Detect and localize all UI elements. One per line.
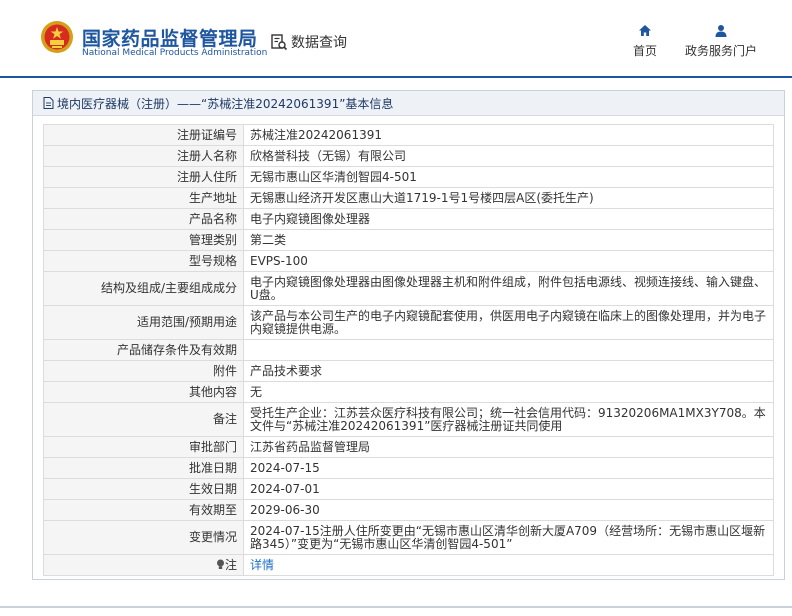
table-row: 生产地址 无锡惠山经济开发区惠山大道1719-1号1号楼四层A区(委托生产) bbox=[43, 187, 774, 209]
table-row: 注 详情 bbox=[43, 554, 774, 576]
row-label: 有效期至 bbox=[43, 499, 244, 521]
row-label: 注 bbox=[224, 557, 237, 572]
data-query-label: 数据查询 bbox=[291, 35, 347, 51]
table-row: 变更情况 2024-07-15注册人住所变更由“无锡市惠山区清华创新大厦A709… bbox=[43, 520, 774, 555]
row-label: 管理类别 bbox=[43, 229, 244, 251]
document-icon bbox=[43, 97, 54, 109]
row-value: 苏械注准20242061391 bbox=[243, 124, 774, 146]
table-row: 管理类别 第二类 bbox=[43, 229, 774, 251]
row-label: 生产地址 bbox=[43, 187, 244, 209]
nav-home-label: 首页 bbox=[633, 44, 658, 58]
row-label: 注册人住所 bbox=[43, 166, 244, 188]
row-label: 附件 bbox=[43, 360, 244, 382]
row-value-cell: 详情 bbox=[243, 554, 774, 576]
site-header: 国家药品监督管理局 National Medical Products Admi… bbox=[0, 0, 792, 76]
nav-portal-label: 政务服务门户 bbox=[685, 44, 758, 58]
row-value: 电子内窥镜图像处理器由图像处理器主机和附件组成，附件包括电源线、视频连接线、输入… bbox=[243, 271, 774, 306]
national-emblem-icon bbox=[41, 21, 73, 53]
header-divider bbox=[0, 76, 792, 78]
row-label: 注册人名称 bbox=[43, 145, 244, 167]
table-row: 注册证编号 苏械注准20242061391 bbox=[43, 124, 774, 146]
nav-home[interactable]: 首页 bbox=[633, 24, 657, 59]
table-row: 注册人住所 无锡市惠山区华清创智园4-501 bbox=[43, 166, 774, 188]
table-row: 附件 产品技术要求 bbox=[43, 360, 774, 382]
table-row: 审批部门 江苏省药品监督管理局 bbox=[43, 436, 774, 458]
row-label: 其他内容 bbox=[43, 381, 244, 403]
table-row: 其他内容 无 bbox=[43, 381, 774, 403]
row-value: 2024-07-15 bbox=[243, 457, 774, 479]
row-label: 产品名称 bbox=[43, 208, 244, 230]
basic-info-panel: 境内医疗器械（注册）——“苏械注准20242061391”基本信息 注册证编号 … bbox=[32, 90, 785, 580]
footer-divider bbox=[0, 606, 792, 608]
table-row: 生效日期 2024-07-01 bbox=[43, 478, 774, 500]
data-query-link[interactable]: 数据查询 bbox=[270, 32, 347, 52]
registration-info-table: 注册证编号 苏械注准20242061391 注册人名称 欣格誉科技（无锡）有限公… bbox=[43, 124, 774, 576]
row-value: 受托生产企业：江苏芸众医疗科技有限公司；统一社会信用代码：91320206MA1… bbox=[243, 402, 774, 437]
row-label: 注册证编号 bbox=[43, 124, 244, 146]
row-label: 审批部门 bbox=[43, 436, 244, 458]
row-value: EVPS-100 bbox=[243, 250, 774, 272]
row-label: 结构及组成/主要组成成分 bbox=[43, 271, 244, 306]
row-value: 电子内窥镜图像处理器 bbox=[243, 208, 774, 230]
row-label: 产品储存条件及有效期 bbox=[43, 339, 244, 361]
row-label: 型号规格 bbox=[43, 250, 244, 272]
row-value: 无 bbox=[243, 381, 774, 403]
details-link[interactable]: 详情 bbox=[250, 558, 274, 572]
panel-title-bar: 境内医疗器械（注册）——“苏械注准20242061391”基本信息 bbox=[33, 91, 784, 116]
row-value: 2029-06-30 bbox=[243, 499, 774, 521]
row-value: 江苏省药品监督管理局 bbox=[243, 436, 774, 458]
row-label: 变更情况 bbox=[43, 520, 244, 555]
user-icon bbox=[715, 25, 727, 37]
lightbulb-icon bbox=[216, 559, 224, 569]
row-value: 产品技术要求 bbox=[243, 360, 774, 382]
table-row: 产品储存条件及有效期 bbox=[43, 339, 774, 361]
table-row: 注册人名称 欣格誉科技（无锡）有限公司 bbox=[43, 145, 774, 167]
panel-title: 境内医疗器械（注册）——“苏械注准20242061391”基本信息 bbox=[57, 96, 394, 111]
row-label: 适用范围/预期用途 bbox=[43, 305, 244, 340]
table-row: 适用范围/预期用途 该产品与本公司生产的电子内窥镜配套使用，供医用电子内窥镜在临… bbox=[43, 305, 774, 340]
table-row: 型号规格 EVPS-100 bbox=[43, 250, 774, 272]
row-value: 2024-07-15注册人住所变更由“无锡市惠山区清华创新大厦A709（经营场所… bbox=[243, 520, 774, 555]
row-label: 生效日期 bbox=[43, 478, 244, 500]
note-label-cell: 注 bbox=[43, 554, 244, 576]
row-value: 2024-07-01 bbox=[243, 478, 774, 500]
logo-english-name[interactable]: National Medical Products Administration bbox=[82, 48, 267, 58]
table-row: 产品名称 电子内窥镜图像处理器 bbox=[43, 208, 774, 230]
row-label: 备注 bbox=[43, 402, 244, 437]
table-row: 备注 受托生产企业：江苏芸众医疗科技有限公司；统一社会信用代码：91320206… bbox=[43, 402, 774, 437]
table-row: 结构及组成/主要组成成分 电子内窥镜图像处理器由图像处理器主机和附件组成，附件包… bbox=[43, 271, 774, 306]
row-value: 该产品与本公司生产的电子内窥镜配套使用，供医用电子内窥镜在临床上的图像处理用，并… bbox=[243, 305, 774, 340]
row-value: 第二类 bbox=[243, 229, 774, 251]
row-value: 无锡惠山经济开发区惠山大道1719-1号1号楼四层A区(委托生产) bbox=[243, 187, 774, 209]
row-value: 欣格誉科技（无锡）有限公司 bbox=[243, 145, 774, 167]
table-row: 批准日期 2024-07-15 bbox=[43, 457, 774, 479]
home-icon bbox=[639, 25, 651, 36]
nav-government-service-portal[interactable]: 政务服务门户 bbox=[685, 24, 757, 59]
logo-chinese-name[interactable]: 国家药品监督管理局 bbox=[82, 24, 258, 51]
document-search-icon bbox=[271, 34, 288, 51]
table-row: 有效期至 2029-06-30 bbox=[43, 499, 774, 521]
row-value: 无锡市惠山区华清创智园4-501 bbox=[243, 166, 774, 188]
row-value bbox=[243, 339, 774, 361]
row-label: 批准日期 bbox=[43, 457, 244, 479]
